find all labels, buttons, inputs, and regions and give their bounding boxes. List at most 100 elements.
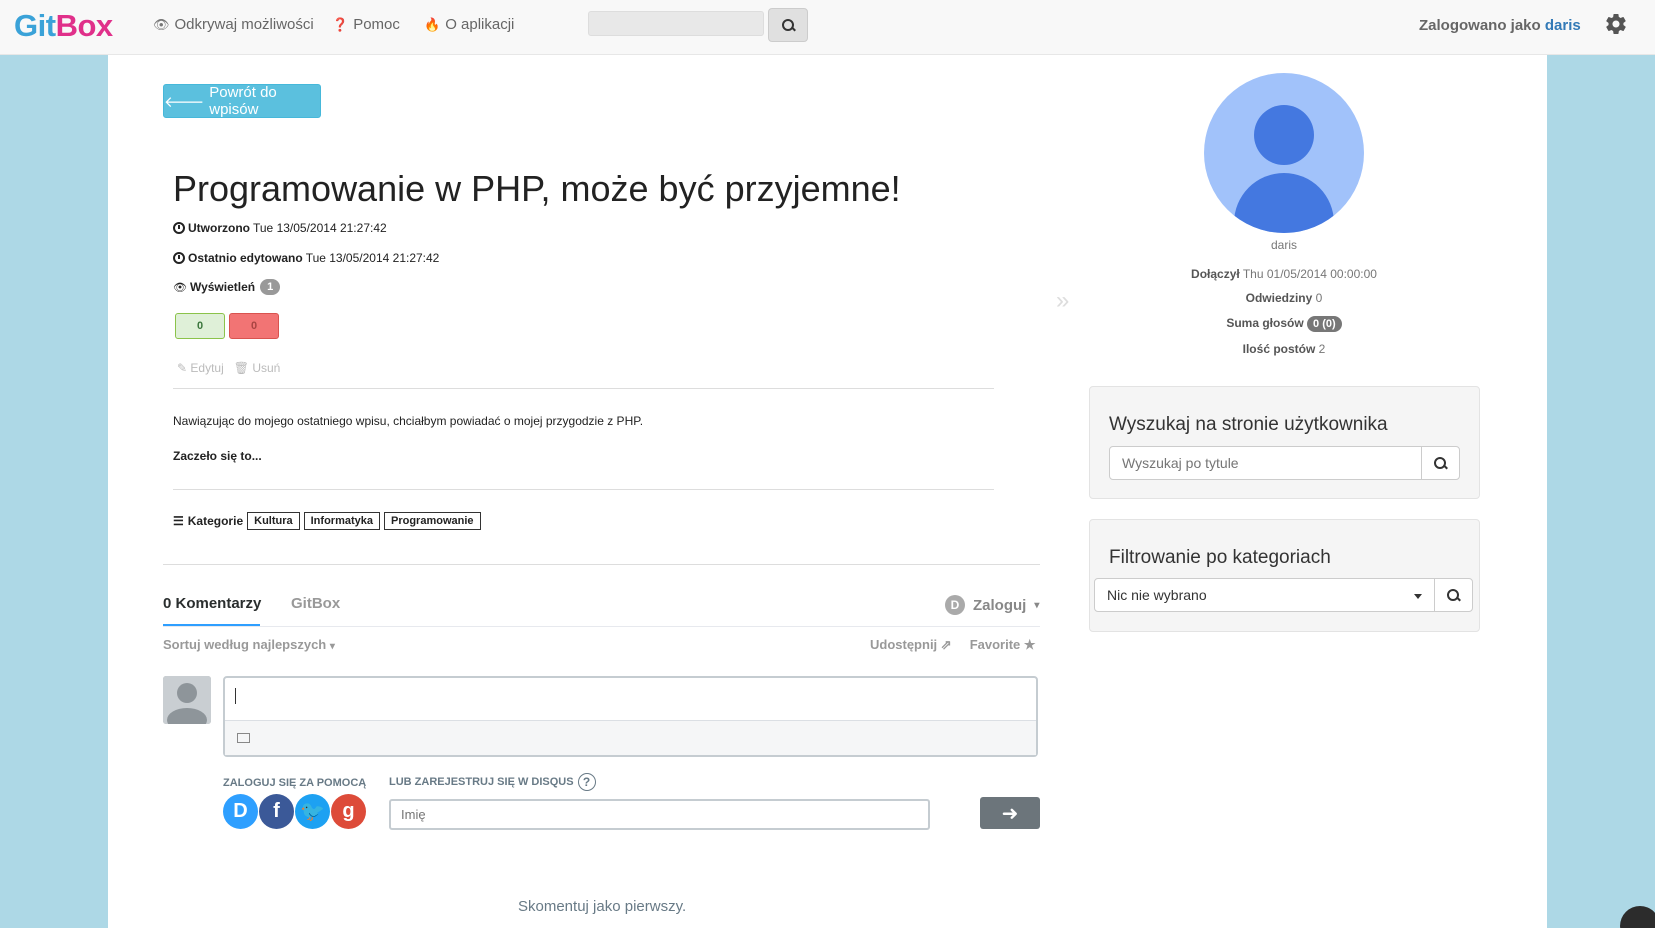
nav-link-discover[interactable]: 👁 Odkrywaj możliwości [153, 16, 314, 33]
logged-in-as: Zalogowano jako daris [1419, 17, 1581, 34]
votes-badge: 0 (0) [1307, 316, 1342, 332]
submit-arrow-button[interactable]: ➜ [980, 797, 1040, 829]
category-tag[interactable]: Kultura [247, 512, 300, 530]
double-chevron-right-icon[interactable]: » [1056, 287, 1069, 315]
profile-posts: Ilość postów 2 [1148, 342, 1420, 356]
post-actions: ✎ Edytuj 🗑 Usuń [177, 361, 280, 375]
text-cursor [235, 688, 236, 704]
category-filter-panel: Filtrowanie po kategoriach Nic nie wybra… [1089, 519, 1480, 632]
vote-down-button[interactable]: 0 [229, 313, 279, 339]
title-search-input[interactable] [1109, 446, 1422, 480]
sort-dropdown[interactable]: Sortuj według najlepszych ▾ [163, 637, 335, 652]
share-button[interactable]: Udostępnij ⇗ [870, 637, 952, 653]
post-body-bold: Zaczeło się to... [173, 449, 262, 463]
star-icon: ★ [1023, 637, 1036, 652]
profile-username: daris [1270, 238, 1297, 252]
favorite-button[interactable]: Favorite ★ [970, 637, 1036, 653]
delete-link[interactable]: 🗑 Usuń [234, 361, 281, 375]
profile-votes: Suma głosów 0 (0) [1148, 316, 1420, 332]
title-search-button[interactable] [1421, 446, 1460, 480]
divider [173, 388, 994, 389]
favorite-label: Favorite [969, 637, 1021, 652]
created-value: Tue 13/05/2014 21:27:42 [253, 221, 387, 235]
image-upload-icon[interactable] [237, 733, 250, 743]
nav-link-about[interactable]: 🔥 O aplikacji [424, 16, 514, 33]
views-badge: 1 [260, 279, 281, 295]
list-icon: ☰ [173, 514, 184, 528]
facebook-login-button[interactable]: f [259, 794, 294, 829]
disqus-icon: D [233, 800, 248, 822]
nav-link-label: Odkrywaj możliwości [174, 16, 314, 33]
register-label-row: LUB ZAREJESTRUJ SIĘ W DISQUS? [389, 773, 596, 791]
posts-label: Ilość postów [1242, 342, 1316, 356]
clock-icon [173, 252, 185, 264]
vote-up-button[interactable]: 0 [175, 313, 225, 339]
back-to-posts-button[interactable]: 🡐 Powrót do wpisów [163, 84, 321, 118]
visits-label: Odwiedziny [1245, 291, 1313, 305]
search-icon [781, 18, 795, 32]
caret-down-icon: ▾ [1034, 599, 1040, 611]
user-silhouette-icon [163, 676, 211, 724]
brand-logo[interactable]: GitBox [14, 8, 113, 44]
created-row: Utworzono Tue 13/05/2014 21:27:42 [173, 221, 387, 235]
fire-icon: 🔥 [424, 16, 441, 32]
nav-search-button[interactable] [768, 8, 808, 42]
caret-down-icon: ▾ [329, 641, 335, 652]
comment-textarea[interactable] [223, 676, 1038, 757]
avatar-head [1254, 105, 1314, 165]
categories: ☰ Kategorie Kultura Informatyka Programo… [173, 512, 481, 530]
joined-label: Dołączył [1191, 267, 1240, 281]
delete-label: Usuń [252, 361, 281, 375]
edited-label: Ostatnio edytowano [188, 251, 303, 265]
pencil-icon: ✎ [177, 361, 188, 375]
twitter-login-button[interactable]: 🐦 [295, 794, 330, 829]
sort-label: Sortuj według najlepszych [163, 637, 327, 652]
edited-row: Ostatnio edytowano Tue 13/05/2014 21:27:… [173, 251, 439, 265]
back-label: Powrót do wpisów [209, 84, 277, 118]
avatar [163, 676, 211, 724]
clock-icon [173, 222, 185, 234]
user-search-panel: Wyszukaj na stronie użytkownika [1089, 386, 1480, 499]
register-label: LUB ZAREJESTRUJ SIĘ W DISQUS [389, 775, 574, 788]
twitter-icon: 🐦 [300, 801, 325, 823]
search-icon [1447, 588, 1460, 602]
edited-value: Tue 13/05/2014 21:27:42 [305, 251, 440, 265]
eye-icon: 👁 [173, 281, 187, 294]
category-tag[interactable]: Programowanie [383, 512, 481, 530]
category-select-value: Nic nie wybrano [1107, 587, 1207, 603]
votes-label: Suma głosów [1226, 316, 1304, 330]
caret-down-icon [1414, 594, 1422, 599]
nav-link-label: Pomoc [353, 16, 400, 33]
google-login-button[interactable]: g [331, 794, 366, 829]
avatar-body [1234, 173, 1334, 233]
disqus-login-menu[interactable]: D Zaloguj ▾ [945, 595, 1039, 615]
arrow-left-icon: 🡐 [164, 93, 205, 111]
corner-widget[interactable] [1620, 906, 1655, 928]
arrow-right-icon: ➜ [1001, 802, 1019, 825]
edit-link[interactable]: ✎ Edytuj [177, 361, 224, 375]
comment-toolbar [225, 720, 1036, 755]
disqus-login-button[interactable]: D [223, 794, 258, 829]
main-container: 🡐 Powrót do wpisów Programowanie w PHP, … [108, 55, 1547, 928]
category-select[interactable]: Nic nie wybrano [1094, 578, 1435, 612]
disqus-actions: Udostępnij ⇗ Favorite ★ [870, 637, 1036, 653]
tab-site[interactable]: GitBox [291, 595, 340, 612]
name-input[interactable] [389, 799, 930, 830]
filter-panel-title: Filtrowanie po kategoriach [1109, 547, 1331, 568]
divider [163, 626, 1040, 627]
category-filter-button[interactable] [1434, 578, 1473, 612]
logged-user-link[interactable]: daris [1545, 17, 1581, 34]
views-label: Wyświetleń [189, 280, 256, 294]
nav-link-help[interactable]: ❓ Pomoc [332, 16, 400, 33]
logged-prefix: Zalogowano jako [1419, 17, 1541, 34]
tab-comments[interactable]: 0 Komentarzy [163, 595, 261, 612]
gear-icon[interactable] [1604, 12, 1628, 36]
share-label: Udostępnij [870, 637, 938, 652]
edit-label: Edytuj [190, 361, 224, 375]
category-tag[interactable]: Informatyka [303, 512, 380, 530]
eye-icon: 👁 [153, 16, 170, 32]
nav-link-label: O aplikacji [445, 16, 515, 33]
nav-search-input[interactable] [588, 11, 764, 36]
brand-part-git: Git [14, 8, 56, 43]
help-icon[interactable]: ? [577, 773, 596, 791]
